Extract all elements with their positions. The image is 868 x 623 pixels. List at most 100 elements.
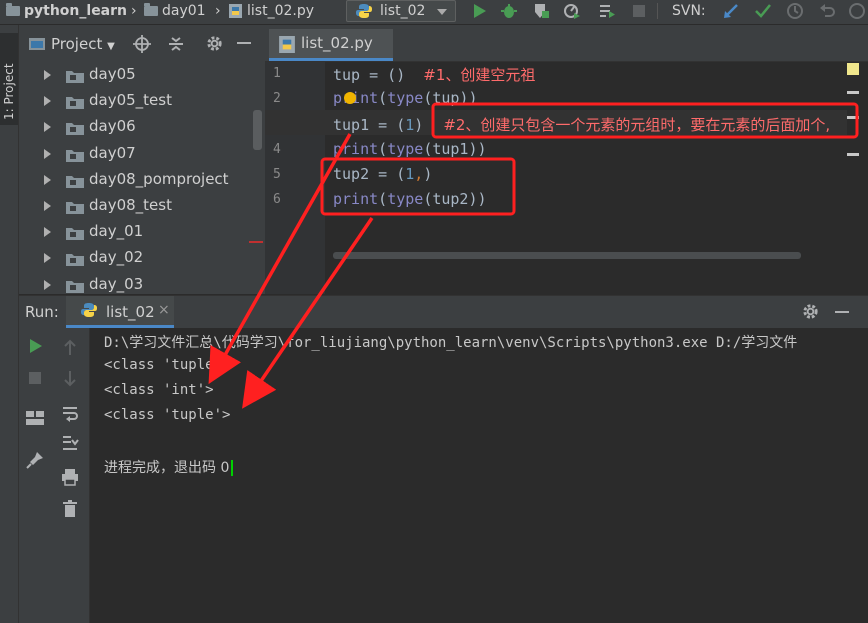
folder-icon (66, 175, 84, 188)
project-tree: day05 day05_test day06 day07 day08_pomprojec… (19, 62, 265, 294)
project-scrollbar[interactable] (253, 110, 262, 150)
folder-icon (144, 3, 158, 16)
expand-arrow-icon[interactable] (44, 70, 51, 80)
rerun-icon[interactable] (27, 338, 43, 354)
toolbar-divider (657, 3, 658, 19)
tree-item-label: day_03 (89, 274, 144, 293)
breadcrumb-separator: › (131, 3, 137, 19)
tree-item-label: day08_pomproject (89, 169, 229, 188)
breadcrumb-folder[interactable]: day01 (144, 0, 206, 22)
svn-commit-icon[interactable] (754, 2, 772, 20)
scroll-to-end-icon[interactable] (61, 434, 79, 452)
error-marker[interactable] (847, 116, 859, 119)
code-line[interactable]: print(type(tup2)) (333, 190, 487, 208)
project-tool-tab-label: 1: Project (2, 63, 16, 120)
trash-icon[interactable] (62, 500, 78, 518)
tab-list-02-py[interactable]: list_02.py (269, 29, 393, 61)
debug-icon[interactable] (500, 2, 518, 20)
inspection-indicator-icon[interactable] (847, 63, 859, 75)
expand-arrow-icon[interactable] (44, 122, 51, 133)
tree-item[interactable]: day_02 (19, 244, 265, 270)
arrow-down-icon[interactable] (62, 370, 78, 388)
history-icon[interactable] (786, 2, 804, 20)
history-icon[interactable] (848, 2, 866, 20)
line-number: 5 (273, 166, 281, 182)
python-icon (81, 303, 97, 317)
expand-arrow-icon[interactable] (44, 148, 51, 159)
revert-icon[interactable] (818, 2, 836, 20)
line-number-gutter: 123456 (265, 62, 325, 294)
collapse-all-icon[interactable] (167, 35, 185, 53)
pin-icon[interactable] (25, 450, 45, 470)
soft-wrap-icon[interactable] (61, 404, 79, 422)
code-text: print(type(tup1)) (333, 139, 487, 158)
folder-icon (66, 149, 84, 162)
folder-icon (6, 3, 20, 16)
error-marker (249, 241, 263, 243)
run-concurrency-icon[interactable] (598, 2, 616, 20)
close-icon[interactable]: × (158, 302, 170, 318)
stop-icon[interactable] (27, 370, 43, 386)
run-icon[interactable] (470, 2, 488, 20)
gear-icon[interactable] (205, 34, 224, 53)
minimize-icon[interactable] (237, 42, 251, 44)
tree-item[interactable]: day07 (19, 140, 265, 166)
tree-item-label: day08_test (89, 196, 172, 214)
code-text: tup2 = (1,) (333, 164, 433, 183)
console-line: 进程完成，退出码 0 (104, 457, 234, 477)
console-line: <class 'tuple'> (104, 357, 231, 373)
console-line: <class 'int'> (104, 382, 214, 398)
code-line[interactable]: tup1 = (1) #2、创建只包含一个元素的元组时，要在元素的后面加个, (333, 114, 830, 135)
console-caret (231, 460, 234, 476)
run-configuration-dropdown[interactable]: list_02 (346, 0, 456, 22)
line-number: 6 (273, 192, 281, 207)
minimize-icon[interactable] (835, 311, 849, 313)
profile-icon[interactable] (563, 2, 581, 20)
tree-item-label: day05_test (89, 91, 172, 110)
breadcrumb-project[interactable]: python_learn (6, 0, 127, 22)
tree-item[interactable]: day08_test (19, 192, 265, 218)
code-line[interactable]: print(type(tup1)) (333, 140, 487, 158)
tree-item[interactable]: day05_test (19, 87, 265, 113)
tree-item[interactable]: day06 (19, 113, 265, 139)
locate-icon[interactable] (133, 35, 151, 53)
line-number: 4 (273, 141, 281, 157)
project-panel-header: Project ▼ (19, 25, 265, 63)
project-view-selector[interactable]: Project ▼ (51, 35, 115, 53)
folder-icon (66, 228, 84, 241)
expand-arrow-icon[interactable] (44, 227, 51, 238)
error-marker[interactable] (847, 153, 859, 156)
tree-item[interactable]: day05 (19, 62, 265, 87)
code-line[interactable]: tup = () #1、创建空元祖 (333, 64, 535, 85)
error-marker[interactable] (847, 91, 859, 94)
expand-arrow-icon[interactable] (44, 174, 51, 185)
project-folder-icon (29, 38, 45, 50)
python-icon (356, 4, 372, 18)
print-icon[interactable] (61, 468, 79, 486)
python-file-icon (229, 4, 242, 18)
arrow-up-icon[interactable] (62, 338, 78, 356)
layout-icon[interactable] (25, 410, 45, 426)
expand-arrow-icon[interactable] (44, 279, 51, 290)
svn-update-icon[interactable] (722, 2, 740, 20)
expand-arrow-icon[interactable] (44, 96, 51, 107)
editor-horizontal-scrollbar[interactable] (333, 252, 801, 259)
console-output[interactable]: D:\学习文件汇总\代码学习\for_liujiang\python_learn… (90, 328, 868, 623)
expand-arrow-icon[interactable] (44, 253, 51, 264)
tree-item-label: day07 (89, 143, 136, 162)
tree-item[interactable]: day_03 (19, 271, 265, 294)
expand-arrow-icon[interactable] (44, 201, 51, 211)
breadcrumb-file[interactable]: list_02.py (229, 0, 314, 22)
folder-icon (66, 280, 84, 293)
stop-icon[interactable] (630, 2, 648, 20)
tree-item-label: day_02 (89, 248, 144, 267)
run-tab-list-02[interactable]: list_02 × (66, 296, 174, 328)
tree-item[interactable]: day08_pomproject (19, 166, 265, 192)
gear-icon[interactable] (801, 302, 820, 321)
editor-marker-stripe (847, 63, 859, 160)
svn-label: SVN: (672, 3, 706, 19)
tree-item[interactable]: day_01 (19, 218, 265, 244)
code-line[interactable]: tup2 = (1,) (333, 165, 432, 183)
intention-bulb-icon[interactable] (344, 92, 356, 104)
coverage-icon[interactable] (532, 2, 550, 20)
